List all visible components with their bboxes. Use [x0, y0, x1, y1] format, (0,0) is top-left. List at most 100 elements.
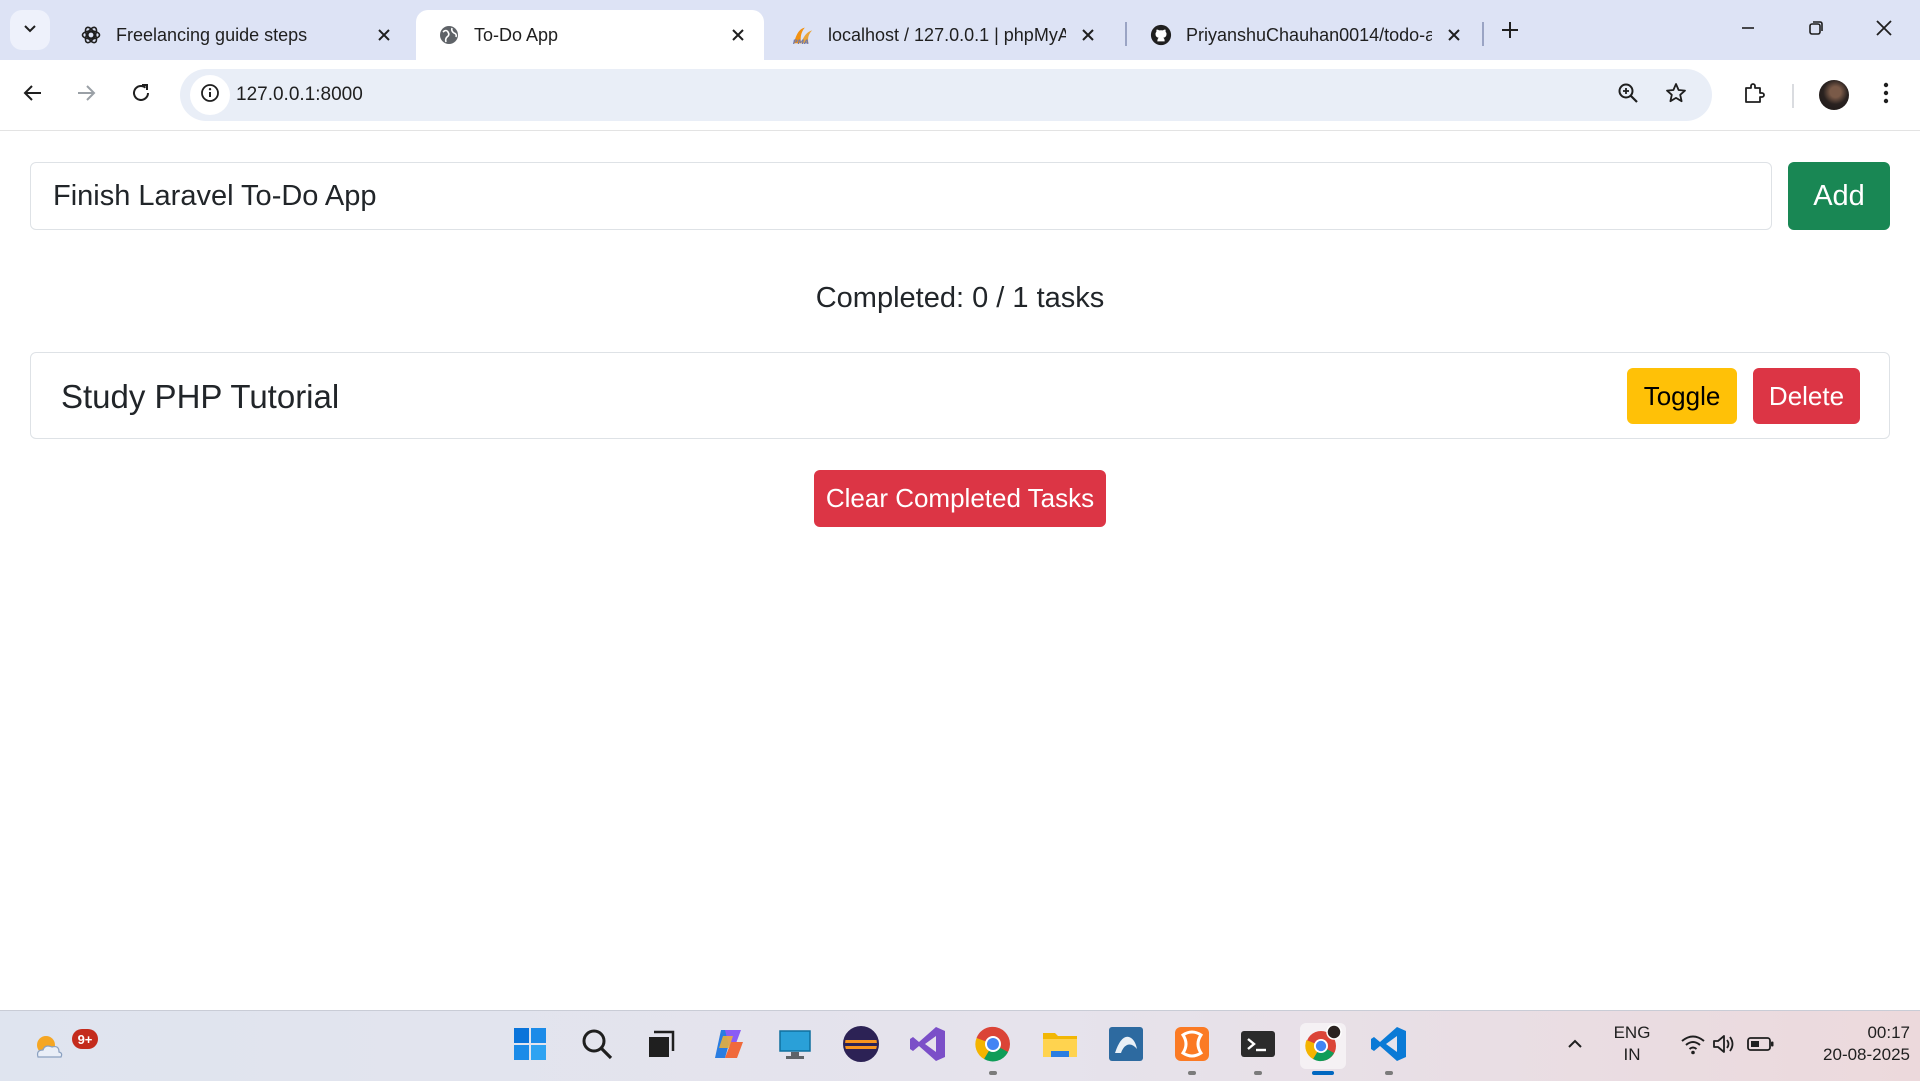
phpmyadmin-icon: PMA	[792, 24, 814, 46]
arrow-right-icon	[75, 82, 97, 109]
minimize-button[interactable]	[1726, 12, 1770, 48]
taskbar-search-button[interactable]	[574, 1023, 620, 1069]
delete-task-button[interactable]: Delete	[1753, 368, 1860, 424]
bookmark-button[interactable]	[1656, 75, 1696, 115]
show-hidden-icons-button[interactable]	[1552, 1023, 1598, 1069]
close-icon[interactable]	[1076, 23, 1100, 47]
file-explorer-icon	[1041, 1025, 1079, 1068]
task-text: Study PHP Tutorial	[61, 378, 340, 415]
reload-icon	[130, 82, 152, 109]
vscode-button[interactable]	[1366, 1023, 1412, 1075]
running-indicator	[989, 1071, 997, 1075]
terminal-button[interactable]	[1235, 1023, 1281, 1075]
region-code: IN	[1623, 1045, 1641, 1064]
visual-studio-icon	[909, 1025, 947, 1068]
start-button[interactable]	[507, 1023, 553, 1069]
running-indicator	[1385, 1071, 1393, 1075]
active-indicator	[1312, 1071, 1334, 1075]
zoom-button[interactable]	[1608, 75, 1648, 115]
back-button[interactable]	[13, 75, 53, 115]
running-indicator	[1188, 1071, 1196, 1075]
chevron-down-icon	[22, 20, 38, 41]
restore-button[interactable]	[1794, 12, 1838, 48]
close-icon[interactable]	[726, 23, 750, 47]
tab-title: Freelancing guide steps	[116, 24, 308, 45]
battery-icon	[1747, 1036, 1775, 1057]
info-icon	[200, 83, 220, 108]
task-list-item: Study PHP Tutorial Toggle Delete	[30, 352, 1890, 439]
close-icon	[1875, 19, 1893, 42]
clock-date: 20-08-2025	[1823, 1045, 1910, 1064]
language-code: ENG	[1613, 1023, 1651, 1042]
vscode-icon	[1370, 1025, 1408, 1068]
search-icon	[580, 1027, 614, 1066]
tab-separator	[1482, 22, 1484, 46]
chrome-icon	[974, 1025, 1012, 1068]
clock[interactable]: 00:17 20-08-2025	[1790, 1022, 1910, 1066]
remote-desktop-button[interactable]	[772, 1023, 818, 1069]
windows-start-icon	[512, 1026, 548, 1067]
tab-title: To-Do App	[474, 24, 559, 45]
file-explorer-button[interactable]	[1037, 1023, 1083, 1069]
weather-widget[interactable]: 9+	[26, 1023, 98, 1069]
chrome-button[interactable]	[970, 1023, 1016, 1075]
language-indicator[interactable]: ENG IN	[1606, 1022, 1658, 1066]
site-info-button[interactable]	[190, 75, 230, 115]
remote-desktop-icon	[777, 1026, 813, 1067]
browser-menu-button[interactable]	[1866, 75, 1906, 115]
tab-separator	[1125, 22, 1127, 46]
forward-button[interactable]	[66, 75, 106, 115]
visual-studio-button[interactable]	[905, 1023, 951, 1069]
task-input[interactable]	[30, 162, 1772, 230]
close-icon[interactable]	[1442, 23, 1466, 47]
copilot-button[interactable]	[706, 1023, 752, 1069]
eclipse-button[interactable]	[838, 1023, 884, 1069]
task-view-button[interactable]	[638, 1023, 684, 1069]
browser-toolbar: 127.0.0.1:8000	[0, 60, 1920, 131]
close-icon[interactable]	[372, 23, 396, 47]
copilot-icon	[711, 1026, 747, 1067]
minimize-icon	[1740, 20, 1756, 41]
tab-todo-app[interactable]: To-Do App	[416, 10, 764, 60]
new-tab-button[interactable]	[1494, 16, 1526, 48]
puzzle-icon	[1742, 81, 1766, 110]
chevron-up-icon	[1566, 1035, 1584, 1058]
profile-avatar[interactable]	[1819, 80, 1849, 110]
svg-text:PMA: PMA	[793, 38, 809, 46]
toolbar-divider	[1792, 84, 1794, 108]
terminal-icon	[1239, 1025, 1277, 1068]
globe-icon	[438, 24, 460, 46]
weather-icon	[26, 1036, 72, 1073]
plus-icon	[1501, 21, 1519, 44]
clear-completed-button[interactable]: Clear Completed Tasks	[814, 470, 1106, 527]
mysql-workbench-icon	[1107, 1025, 1145, 1068]
add-task-button[interactable]: Add	[1788, 162, 1890, 230]
restore-icon	[1808, 20, 1824, 41]
tab-github[interactable]: PriyanshuChauhan0014/todo-a	[1128, 10, 1480, 60]
clock-time: 00:17	[1867, 1023, 1910, 1042]
volume-icon	[1712, 1033, 1738, 1060]
tab-search-button[interactable]	[10, 10, 50, 50]
extensions-button[interactable]	[1734, 75, 1774, 115]
chrome-profile-button[interactable]	[1300, 1023, 1346, 1075]
xampp-button[interactable]	[1169, 1023, 1215, 1075]
notification-badge: 9+	[72, 1029, 98, 1049]
windows-taskbar: 9+ ENG IN 00:17 20-08-2025	[0, 1010, 1920, 1081]
address-bar[interactable]: 127.0.0.1:8000	[180, 69, 1712, 121]
url-text[interactable]: 127.0.0.1:8000	[236, 84, 363, 106]
toggle-task-button[interactable]: Toggle	[1627, 368, 1737, 424]
tab-phpmyadmin[interactable]: PMA localhost / 127.0.0.1 | phpMyAd	[770, 10, 1114, 60]
github-icon	[1150, 24, 1172, 46]
window-close-button[interactable]	[1862, 12, 1906, 48]
reload-button[interactable]	[121, 75, 161, 115]
mysql-workbench-button[interactable]	[1103, 1023, 1149, 1069]
battery-status[interactable]	[1738, 1023, 1784, 1069]
more-vertical-icon	[1883, 82, 1889, 109]
tab-freelancing-guide[interactable]: Freelancing guide steps	[58, 10, 410, 60]
browser-tab-strip: Freelancing guide steps To-Do App PMA lo…	[0, 0, 1920, 60]
star-icon	[1665, 82, 1687, 109]
zoom-in-icon	[1617, 82, 1639, 109]
running-indicator	[1254, 1071, 1262, 1075]
task-view-icon	[645, 1028, 677, 1065]
chrome-profile-icon	[1303, 1023, 1343, 1069]
